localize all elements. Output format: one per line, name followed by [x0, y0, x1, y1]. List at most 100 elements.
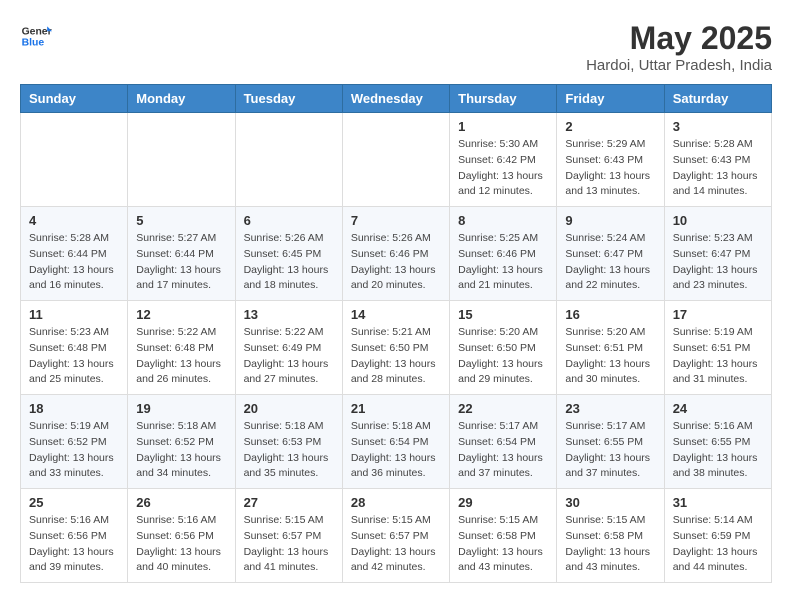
- day-info: Sunrise: 5:30 AM Sunset: 6:42 PM Dayligh…: [458, 137, 548, 200]
- page-header: General Blue May 2025 Hardoi, Uttar Prad…: [20, 20, 772, 74]
- weekday-header-row: SundayMondayTuesdayWednesdayThursdayFrid…: [21, 85, 772, 113]
- calendar-cell: 26 Sunrise: 5:16 AM Sunset: 6:56 PM Dayli…: [128, 489, 235, 583]
- month-year-title: May 2025: [586, 20, 772, 57]
- calendar-cell: [128, 113, 235, 207]
- day-number: 29: [458, 495, 548, 510]
- day-number: 19: [136, 401, 226, 416]
- day-number: 13: [244, 307, 334, 322]
- day-number: 9: [565, 213, 655, 228]
- calendar-cell: 19 Sunrise: 5:18 AM Sunset: 6:52 PM Dayli…: [128, 395, 235, 489]
- day-number: 1: [458, 119, 548, 134]
- calendar-cell: [21, 113, 128, 207]
- calendar-cell: 28 Sunrise: 5:15 AM Sunset: 6:57 PM Dayli…: [342, 489, 449, 583]
- title-area: May 2025 Hardoi, Uttar Pradesh, India: [586, 20, 772, 74]
- day-info: Sunrise: 5:17 AM Sunset: 6:54 PM Dayligh…: [458, 419, 548, 482]
- calendar-cell: 3 Sunrise: 5:28 AM Sunset: 6:43 PM Daylig…: [664, 113, 771, 207]
- day-info: Sunrise: 5:15 AM Sunset: 6:57 PM Dayligh…: [244, 513, 334, 576]
- day-number: 28: [351, 495, 441, 510]
- day-info: Sunrise: 5:22 AM Sunset: 6:49 PM Dayligh…: [244, 325, 334, 388]
- calendar-cell: 14Sunrise: 5:21 AM Sunset: 6:50 PM Dayli…: [342, 301, 449, 395]
- day-info: Sunrise: 5:23 AM Sunset: 6:48 PM Dayligh…: [29, 325, 119, 388]
- calendar-cell: 6 Sunrise: 5:26 AM Sunset: 6:45 PM Daylig…: [235, 207, 342, 301]
- day-number: 18: [29, 401, 119, 416]
- weekday-header-wednesday: Wednesday: [342, 85, 449, 113]
- day-info: Sunrise: 5:16 AM Sunset: 6:56 PM Dayligh…: [136, 513, 226, 576]
- day-info: Sunrise: 5:23 AM Sunset: 6:47 PM Dayligh…: [673, 231, 763, 294]
- day-number: 22: [458, 401, 548, 416]
- day-number: 17: [673, 307, 763, 322]
- day-info: Sunrise: 5:15 AM Sunset: 6:58 PM Dayligh…: [458, 513, 548, 576]
- calendar-cell: 4 Sunrise: 5:28 AM Sunset: 6:44 PM Daylig…: [21, 207, 128, 301]
- day-info: Sunrise: 5:17 AM Sunset: 6:55 PM Dayligh…: [565, 419, 655, 482]
- day-info: Sunrise: 5:18 AM Sunset: 6:52 PM Dayligh…: [136, 419, 226, 482]
- day-info: Sunrise: 5:15 AM Sunset: 6:58 PM Dayligh…: [565, 513, 655, 576]
- day-number: 8: [458, 213, 548, 228]
- calendar-cell: 2Sunrise: 5:29 AM Sunset: 6:43 PM Daylig…: [557, 113, 664, 207]
- day-number: 26: [136, 495, 226, 510]
- calendar-cell: 15 Sunrise: 5:20 AM Sunset: 6:50 PM Dayli…: [450, 301, 557, 395]
- day-info: Sunrise: 5:18 AM Sunset: 6:54 PM Dayligh…: [351, 419, 441, 482]
- day-number: 4: [29, 213, 119, 228]
- calendar-cell: 11Sunrise: 5:23 AM Sunset: 6:48 PM Dayli…: [21, 301, 128, 395]
- day-number: 27: [244, 495, 334, 510]
- svg-text:Blue: Blue: [22, 38, 45, 49]
- calendar-cell: 9 Sunrise: 5:24 AM Sunset: 6:47 PM Daylig…: [557, 207, 664, 301]
- day-number: 20: [244, 401, 334, 416]
- day-info: Sunrise: 5:27 AM Sunset: 6:44 PM Dayligh…: [136, 231, 226, 294]
- day-info: Sunrise: 5:24 AM Sunset: 6:47 PM Dayligh…: [565, 231, 655, 294]
- day-number: 7: [351, 213, 441, 228]
- calendar-cell: 22 Sunrise: 5:17 AM Sunset: 6:54 PM Dayli…: [450, 395, 557, 489]
- day-info: Sunrise: 5:20 AM Sunset: 6:50 PM Dayligh…: [458, 325, 548, 388]
- calendar-cell: 18Sunrise: 5:19 AM Sunset: 6:52 PM Dayli…: [21, 395, 128, 489]
- weekday-header-monday: Monday: [128, 85, 235, 113]
- calendar-cell: 13 Sunrise: 5:22 AM Sunset: 6:49 PM Dayli…: [235, 301, 342, 395]
- calendar-cell: 16Sunrise: 5:20 AM Sunset: 6:51 PM Dayli…: [557, 301, 664, 395]
- calendar-cell: 17 Sunrise: 5:19 AM Sunset: 6:51 PM Dayli…: [664, 301, 771, 395]
- weekday-header-sunday: Sunday: [21, 85, 128, 113]
- calendar-cell: 24 Sunrise: 5:16 AM Sunset: 6:55 PM Dayli…: [664, 395, 771, 489]
- day-info: Sunrise: 5:19 AM Sunset: 6:51 PM Dayligh…: [673, 325, 763, 388]
- day-info: Sunrise: 5:18 AM Sunset: 6:53 PM Dayligh…: [244, 419, 334, 482]
- calendar-cell: 25 Sunrise: 5:16 AM Sunset: 6:56 PM Dayli…: [21, 489, 128, 583]
- day-number: 5: [136, 213, 226, 228]
- calendar-week-2: 4 Sunrise: 5:28 AM Sunset: 6:44 PM Daylig…: [21, 207, 772, 301]
- day-number: 23: [565, 401, 655, 416]
- day-info: Sunrise: 5:28 AM Sunset: 6:44 PM Dayligh…: [29, 231, 119, 294]
- calendar-week-3: 11Sunrise: 5:23 AM Sunset: 6:48 PM Dayli…: [21, 301, 772, 395]
- day-number: 6: [244, 213, 334, 228]
- calendar-cell: 31Sunrise: 5:14 AM Sunset: 6:59 PM Dayli…: [664, 489, 771, 583]
- calendar-cell: 8 Sunrise: 5:25 AM Sunset: 6:46 PM Daylig…: [450, 207, 557, 301]
- calendar-cell: 10 Sunrise: 5:23 AM Sunset: 6:47 PM Dayli…: [664, 207, 771, 301]
- day-number: 16: [565, 307, 655, 322]
- calendar-cell: 21Sunrise: 5:18 AM Sunset: 6:54 PM Dayli…: [342, 395, 449, 489]
- calendar-cell: 1 Sunrise: 5:30 AM Sunset: 6:42 PM Daylig…: [450, 113, 557, 207]
- calendar-table: SundayMondayTuesdayWednesdayThursdayFrid…: [20, 84, 772, 583]
- calendar-cell: 5 Sunrise: 5:27 AM Sunset: 6:44 PM Daylig…: [128, 207, 235, 301]
- weekday-header-friday: Friday: [557, 85, 664, 113]
- day-number: 12: [136, 307, 226, 322]
- day-info: Sunrise: 5:16 AM Sunset: 6:55 PM Dayligh…: [673, 419, 763, 482]
- day-info: Sunrise: 5:15 AM Sunset: 6:57 PM Dayligh…: [351, 513, 441, 576]
- day-number: 24: [673, 401, 763, 416]
- calendar-cell: [235, 113, 342, 207]
- day-number: 2: [565, 119, 655, 134]
- calendar-cell: 27 Sunrise: 5:15 AM Sunset: 6:57 PM Dayli…: [235, 489, 342, 583]
- day-number: 14: [351, 307, 441, 322]
- calendar-cell: 29 Sunrise: 5:15 AM Sunset: 6:58 PM Dayli…: [450, 489, 557, 583]
- day-info: Sunrise: 5:22 AM Sunset: 6:48 PM Dayligh…: [136, 325, 226, 388]
- calendar-cell: 20 Sunrise: 5:18 AM Sunset: 6:53 PM Dayli…: [235, 395, 342, 489]
- day-info: Sunrise: 5:26 AM Sunset: 6:45 PM Dayligh…: [244, 231, 334, 294]
- calendar-cell: 23 Sunrise: 5:17 AM Sunset: 6:55 PM Dayli…: [557, 395, 664, 489]
- logo-icon: General Blue: [20, 20, 52, 52]
- calendar-cell: 7Sunrise: 5:26 AM Sunset: 6:46 PM Daylig…: [342, 207, 449, 301]
- location-subtitle: Hardoi, Uttar Pradesh, India: [586, 57, 772, 74]
- weekday-header-tuesday: Tuesday: [235, 85, 342, 113]
- day-number: 25: [29, 495, 119, 510]
- day-number: 10: [673, 213, 763, 228]
- day-info: Sunrise: 5:16 AM Sunset: 6:56 PM Dayligh…: [29, 513, 119, 576]
- day-info: Sunrise: 5:25 AM Sunset: 6:46 PM Dayligh…: [458, 231, 548, 294]
- day-info: Sunrise: 5:28 AM Sunset: 6:43 PM Dayligh…: [673, 137, 763, 200]
- day-number: 15: [458, 307, 548, 322]
- logo: General Blue: [20, 20, 52, 52]
- day-number: 3: [673, 119, 763, 134]
